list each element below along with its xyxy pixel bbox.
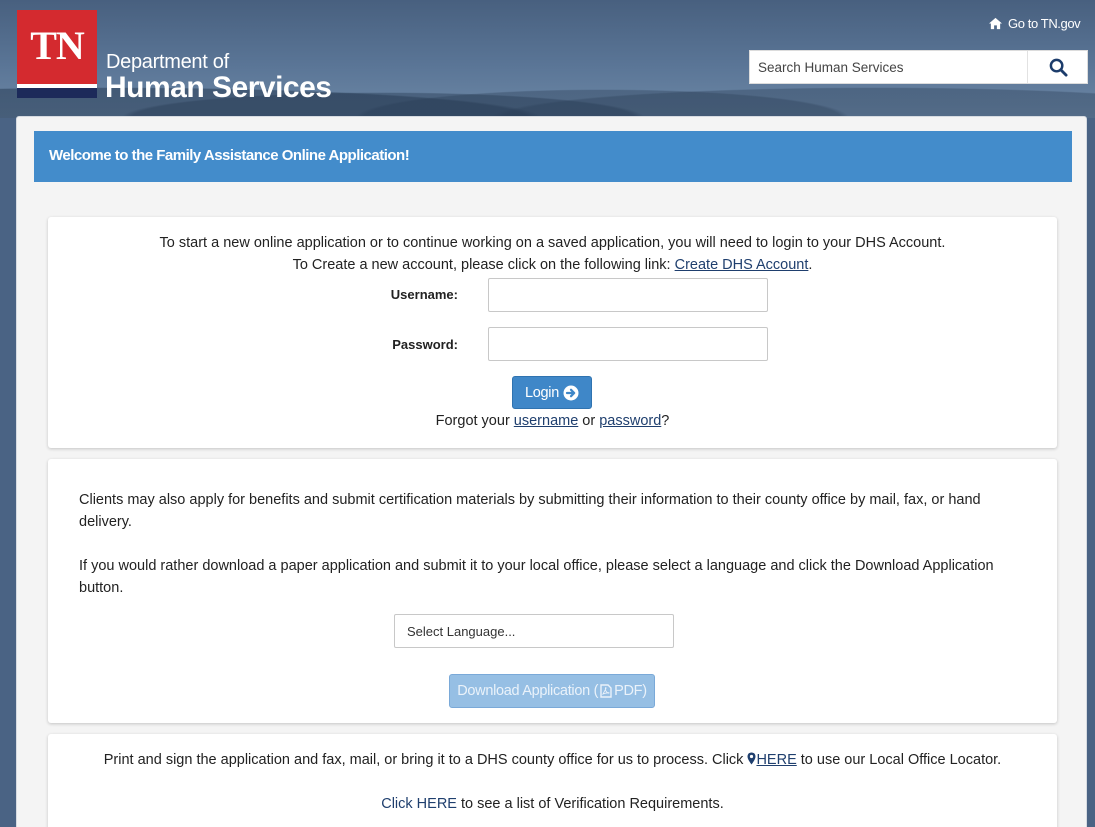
search-button[interactable] <box>1029 51 1087 83</box>
download-application-button[interactable]: Download Application ( PDF) <box>449 674 655 708</box>
arrow-circle-right-icon <box>563 385 579 400</box>
login-intro-line1: To start a new online application or to … <box>159 235 946 251</box>
site-header: TN Department of Human Services Go to TN… <box>0 0 1095 118</box>
logo-stripe-navy <box>17 88 97 98</box>
main-content: Welcome to the Family Assistance Online … <box>16 116 1087 827</box>
forgot-or: or <box>578 413 600 429</box>
print-instructions: Print and sign the application and fax, … <box>48 752 1057 768</box>
paper-para1: Clients may also apply for benefits and … <box>79 492 981 530</box>
verification-link[interactable]: Click HERE <box>381 796 457 812</box>
verification-line: Click HERE to see a list of Verification… <box>48 796 1057 812</box>
create-account-prefix: To Create a new account, please click on… <box>292 257 675 273</box>
login-intro-line2: To Create a new account, please click on… <box>48 257 1057 273</box>
print-prefix: Print and sign the application and fax, … <box>103 752 748 768</box>
paper-para2: If you would rather download a paper app… <box>79 558 994 596</box>
home-icon <box>989 17 1002 30</box>
login-card: To start a new online application or to … <box>48 217 1057 448</box>
office-locator-card: Print and sign the application and fax, … <box>48 734 1057 827</box>
office-locator-link[interactable]: HERE <box>756 752 796 768</box>
search-input[interactable] <box>750 51 1028 83</box>
login-button[interactable]: Login <box>512 376 592 409</box>
logo-text: TN <box>30 23 85 68</box>
pdf-file-icon <box>600 684 612 698</box>
username-label: Username: <box>390 287 458 302</box>
search-icon <box>1049 58 1068 77</box>
password-input[interactable] <box>488 327 768 361</box>
create-account-link[interactable]: Create DHS Account <box>675 257 809 273</box>
login-button-label: Login <box>525 384 559 401</box>
welcome-banner: Welcome to the Family Assistance Online … <box>34 131 1072 182</box>
verification-suffix: to see a list of Verification Requiremen… <box>456 796 724 812</box>
tn-logo[interactable]: TN <box>17 10 97 98</box>
download-button-pdf: PDF) <box>614 683 647 699</box>
goto-label: Go to TN.gov <box>1008 16 1081 31</box>
forgot-credentials: Forgot your username or password? <box>48 413 1057 429</box>
dept-title-line2: Human Services <box>105 71 332 104</box>
goto-tn-link[interactable]: Go to TN.gov <box>988 16 1081 31</box>
forgot-prefix: Forgot your <box>435 413 514 429</box>
search-bar <box>749 50 1088 84</box>
forgot-password-link[interactable]: password <box>599 413 661 429</box>
password-label: Password: <box>392 337 458 352</box>
language-select[interactable]: Select Language... <box>394 614 674 648</box>
forgot-suffix: ? <box>661 413 670 429</box>
paper-application-card: Clients may also apply for benefits and … <box>48 459 1057 723</box>
create-account-suffix: . <box>808 257 813 273</box>
download-button-label: Download Application ( <box>457 683 599 699</box>
username-input[interactable] <box>488 278 768 312</box>
print-suffix: to use our Local Office Locator. <box>796 752 1002 768</box>
forgot-username-link[interactable]: username <box>514 413 578 429</box>
